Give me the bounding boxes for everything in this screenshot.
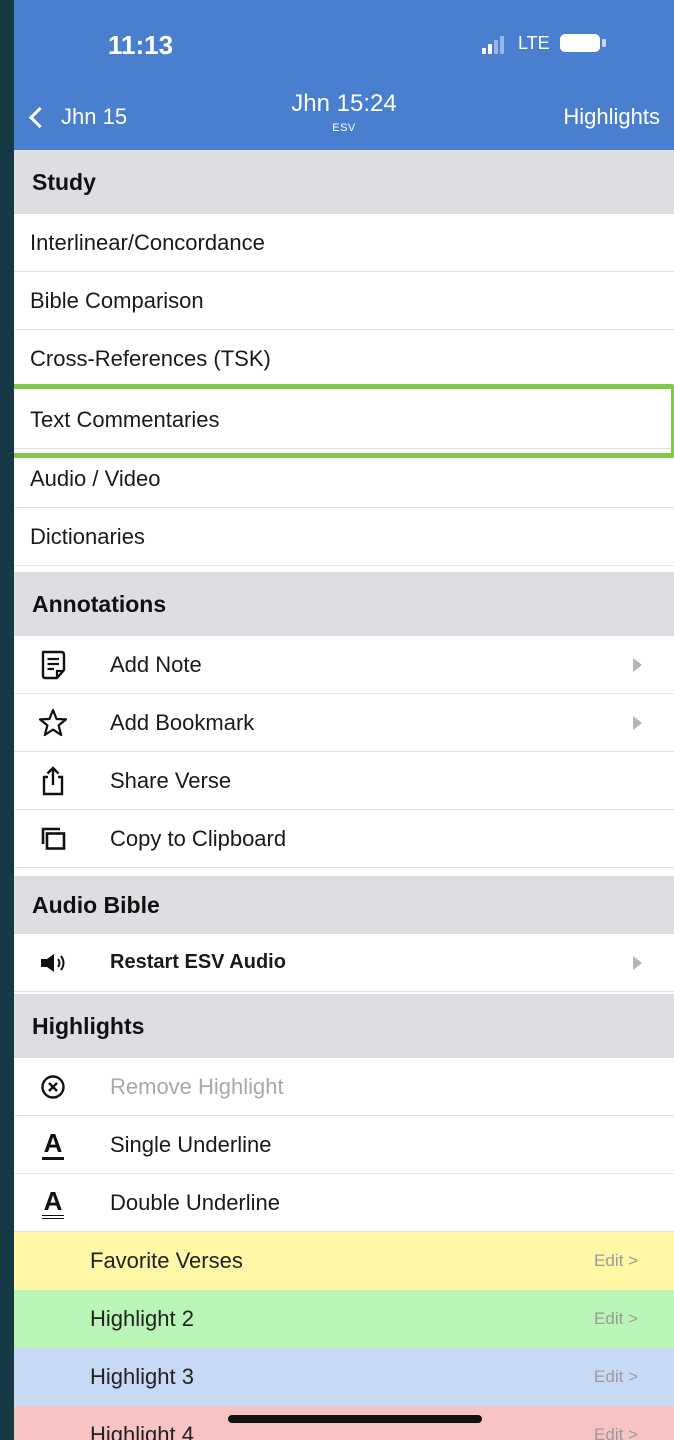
signal-icon: [482, 36, 510, 54]
highlight-style-2[interactable]: Highlight 2 Edit >: [14, 1290, 674, 1348]
copy-to-clipboard-button[interactable]: Copy to Clipboard: [14, 810, 674, 868]
underline-icon: A: [38, 1130, 68, 1160]
back-button[interactable]: Jhn 15: [28, 104, 128, 130]
double-underline-icon: A: [38, 1188, 68, 1218]
edit-highlight-button[interactable]: Edit >: [594, 1367, 638, 1387]
page-title: Jhn 15:24: [291, 90, 397, 117]
disclosure-arrow-icon: [633, 956, 642, 970]
add-note-button[interactable]: Add Note: [14, 636, 674, 694]
speaker-icon: [38, 948, 68, 978]
edit-highlight-button[interactable]: Edit >: [594, 1425, 638, 1440]
study-item-text-commentaries[interactable]: Text Commentaries: [14, 391, 674, 449]
underline-glyph: A: [43, 1186, 63, 1216]
battery-icon: [560, 34, 600, 52]
row-label: Single Underline: [110, 1131, 272, 1157]
back-label: Jhn 15: [61, 104, 128, 129]
highlight-name: Highlight 3: [90, 1364, 194, 1389]
edit-highlight-button[interactable]: Edit >: [594, 1251, 638, 1271]
row-label: Text Commentaries: [30, 406, 220, 432]
status-time: 11:13: [108, 30, 174, 60]
section-header-annotations: Annotations: [14, 572, 674, 636]
restart-audio-button[interactable]: Restart ESV Audio: [14, 934, 674, 992]
study-item-interlinear[interactable]: Interlinear/Concordance: [14, 214, 674, 272]
highlight-style-4[interactable]: Highlight 4 Edit >: [14, 1406, 674, 1440]
highlights-button[interactable]: Highlights: [563, 104, 660, 130]
study-item-cross-references[interactable]: Cross-References (TSK): [14, 330, 674, 388]
study-item-audio-video[interactable]: Audio / Video: [14, 450, 674, 508]
share-verse-button[interactable]: Share Verse: [14, 752, 674, 810]
row-label: Copy to Clipboard: [110, 825, 287, 851]
single-underline-button[interactable]: A Single Underline: [14, 1116, 674, 1174]
add-bookmark-button[interactable]: Add Bookmark: [14, 694, 674, 752]
remove-highlight-button[interactable]: Remove Highlight: [14, 1058, 674, 1116]
star-icon: [38, 708, 68, 738]
row-label: Cross-References (TSK): [30, 345, 271, 371]
highlight-name: Highlight 4: [90, 1422, 194, 1440]
study-item-dictionaries[interactable]: Dictionaries: [14, 508, 674, 566]
row-label: Remove Highlight: [110, 1073, 284, 1099]
row-label: Add Note: [110, 651, 202, 677]
highlight-name: Favorite Verses: [90, 1248, 243, 1273]
highlight-style-3[interactable]: Highlight 3 Edit >: [14, 1348, 674, 1406]
double-underline-button[interactable]: A Double Underline: [14, 1174, 674, 1232]
highlight-name: Highlight 2: [90, 1306, 194, 1331]
page-subtitle: ESV: [332, 122, 356, 134]
copy-icon: [38, 824, 68, 854]
row-label: Share Verse: [110, 767, 232, 793]
disclosure-arrow-icon: [633, 658, 642, 672]
home-indicator[interactable]: [228, 1415, 482, 1423]
navigation-bar: 11:13 LTE Jhn 15 Jhn 15:24 ESV Highlight…: [14, 0, 674, 150]
row-label: Add Bookmark: [110, 709, 255, 735]
study-item-bible-comparison[interactable]: Bible Comparison: [14, 272, 674, 330]
row-label: Restart ESV Audio: [110, 951, 286, 973]
row-label: Audio / Video: [30, 465, 161, 491]
edit-highlight-button[interactable]: Edit >: [594, 1309, 638, 1329]
section-header-highlights: Highlights: [14, 994, 674, 1058]
share-icon: [38, 766, 68, 796]
note-icon: [38, 650, 68, 680]
network-label: LTE: [518, 33, 550, 53]
highlight-style-favorite[interactable]: Favorite Verses Edit >: [14, 1232, 674, 1290]
disclosure-arrow-icon: [633, 716, 642, 730]
remove-circle-icon: [38, 1072, 68, 1102]
row-label: Bible Comparison: [30, 287, 204, 313]
section-header-study: Study: [14, 150, 674, 214]
row-label: Double Underline: [110, 1189, 280, 1215]
row-label: Dictionaries: [30, 523, 145, 549]
underline-glyph: A: [43, 1128, 63, 1158]
row-label: Interlinear/Concordance: [30, 229, 265, 255]
section-header-audio-bible: Audio Bible: [14, 876, 674, 934]
battery-tip: [602, 39, 606, 47]
chevron-left-icon: [28, 106, 51, 128]
app-screen: 11:13 LTE Jhn 15 Jhn 15:24 ESV Highlight…: [14, 0, 674, 1440]
